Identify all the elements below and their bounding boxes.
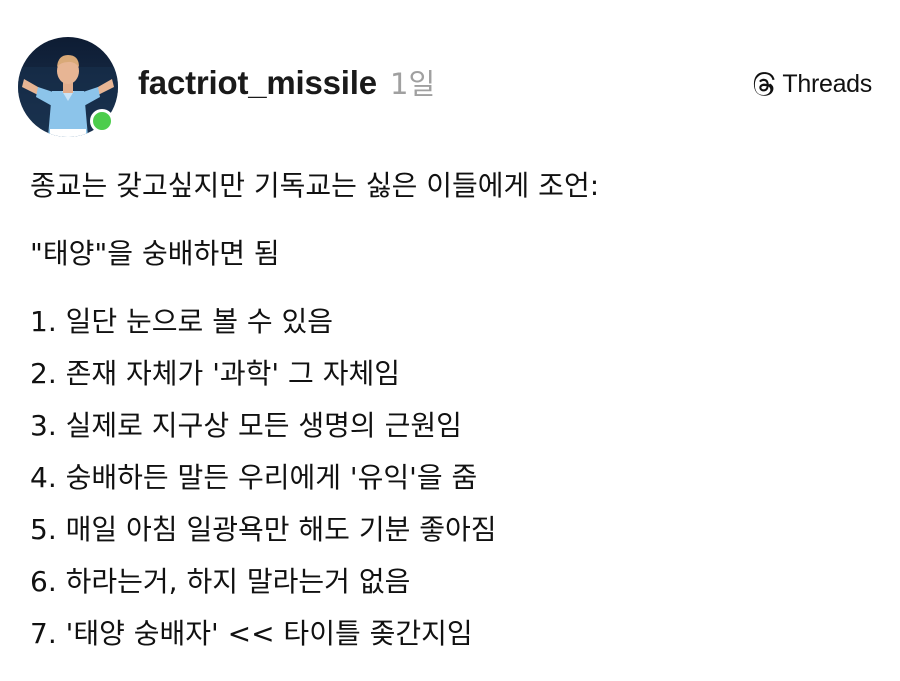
user-line: factriot_missile 1일 [138, 63, 435, 109]
post-time: 1일 [390, 67, 436, 101]
list-item: 1. 일단 눈으로 볼 수 있음 [30, 305, 334, 338]
post-intro: 종교는 갖고싶지만 기독교는 싫은 이들에게 조언: [30, 169, 600, 202]
online-status-dot [90, 109, 114, 133]
brand-name: Threads [782, 69, 872, 98]
list-item: 7. '태양 숭배자' << 타이틀 좆간지임 [30, 617, 473, 650]
username[interactable]: factriot_missile [138, 64, 377, 101]
list-item: 6. 하라는거, 하지 말라는거 없음 [30, 565, 411, 598]
threads-logo-icon [754, 72, 775, 96]
list-item: 2. 존재 자체가 '과학' 그 자체임 [30, 357, 400, 390]
list-item: 5. 매일 아침 일광욕만 해도 기분 좋아짐 [30, 513, 497, 546]
threads-brand[interactable]: Threads [750, 69, 872, 99]
post-headline: "태양"을 숭배하면 됨 [30, 237, 280, 270]
list-item: 3. 실제로 지구상 모든 생명의 근원임 [30, 409, 462, 442]
avatar[interactable] [18, 37, 118, 137]
post-header: factriot_missile 1일 Threads [18, 37, 882, 137]
list-item: 4. 숭배하든 말든 우리에게 '유익'을 줌 [30, 461, 478, 494]
post-body: 종교는 갖고싶지만 기독교는 싫은 이들에게 조언: "태양"을 숭배하면 됨 … [30, 160, 870, 660]
